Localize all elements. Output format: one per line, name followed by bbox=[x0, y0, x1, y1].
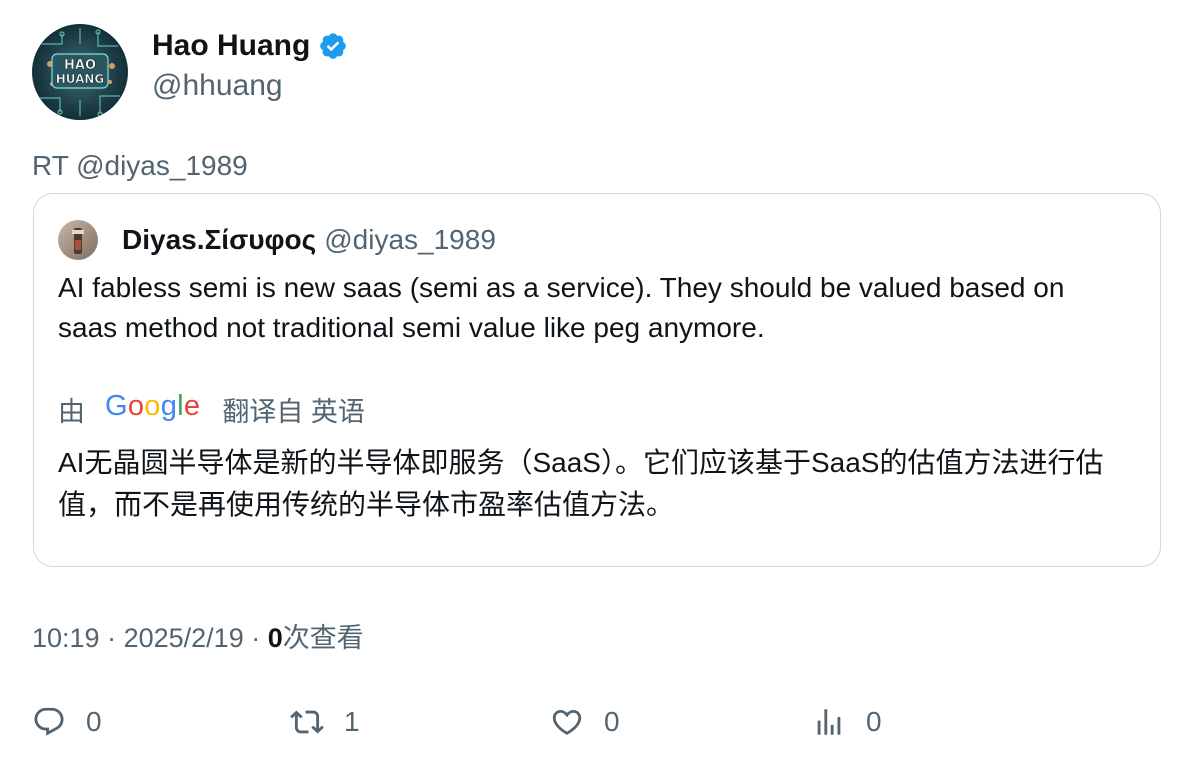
quoted-author-avatar-image bbox=[58, 220, 98, 260]
reply-count: 0 bbox=[86, 706, 102, 737]
views-count: 0 bbox=[267, 623, 283, 653]
tweet-meta: 10:19 · 2025/2/19 · 0次查看 bbox=[32, 620, 364, 656]
tweet-actions: 0 1 0 0 bbox=[32, 705, 1162, 749]
quoted-author-handle[interactable]: @diyas_1989 bbox=[324, 224, 496, 256]
author-avatar[interactable]: HAO HUANG bbox=[32, 24, 128, 120]
author-avatar-image: HAO HUANG bbox=[32, 24, 128, 120]
tweet-date[interactable]: 2025/2/19 bbox=[124, 623, 244, 653]
reply-button[interactable]: 0 bbox=[32, 705, 102, 739]
retweet-label: RT @diyas_1989 bbox=[32, 150, 248, 181]
google-logo: Google bbox=[105, 390, 201, 422]
quoted-author-avatar[interactable] bbox=[58, 220, 98, 260]
like-button[interactable]: 0 bbox=[550, 705, 620, 739]
analytics-icon bbox=[817, 709, 841, 735]
retweet-count: 1 bbox=[344, 706, 360, 737]
avatar-logo-text: HAO bbox=[64, 58, 96, 73]
heart-icon bbox=[552, 709, 582, 735]
verified-badge-icon bbox=[320, 33, 347, 59]
translation-attribution: 由 Google 翻译自 英语 bbox=[58, 390, 365, 429]
retweet-icon bbox=[290, 710, 324, 734]
reply-icon bbox=[34, 707, 64, 736]
author-name[interactable]: Hao Huang bbox=[152, 28, 348, 64]
retweet-button[interactable]: 1 bbox=[290, 705, 360, 739]
author-name-text[interactable]: Hao Huang bbox=[152, 28, 310, 64]
views-action-count: 0 bbox=[866, 706, 882, 737]
meta-separator: · bbox=[107, 623, 124, 653]
svg-text:HUANG: HUANG bbox=[56, 72, 105, 86]
quoted-author-name[interactable]: Diyas.Σίσυφος bbox=[122, 224, 316, 256]
tweet-time[interactable]: 10:19 bbox=[32, 623, 100, 653]
views-label: 次查看 bbox=[282, 623, 364, 653]
views-button[interactable]: 0 bbox=[812, 705, 882, 739]
translated-tweet-text: AI无晶圆半导体是新的半导体即服务（SaaS）。它们应该基于SaaS的估值方法进… bbox=[58, 447, 1104, 520]
quoted-tweet-header: Diyas.Σίσυφος @diyas_1989 bbox=[58, 220, 496, 260]
translation-prefix: 由 bbox=[58, 397, 85, 427]
like-count: 0 bbox=[604, 706, 620, 737]
quoted-tweet-text: AI fabless semi is new saas (semi as a s… bbox=[58, 272, 1065, 343]
quoted-tweet-card[interactable]: Diyas.Σίσυφος @diyas_1989 AI fabless sem… bbox=[33, 193, 1161, 567]
author-handle[interactable]: @hhuang bbox=[152, 68, 283, 104]
meta-separator: · bbox=[251, 623, 268, 653]
translation-suffix[interactable]: 翻译自 英语 bbox=[222, 390, 365, 429]
